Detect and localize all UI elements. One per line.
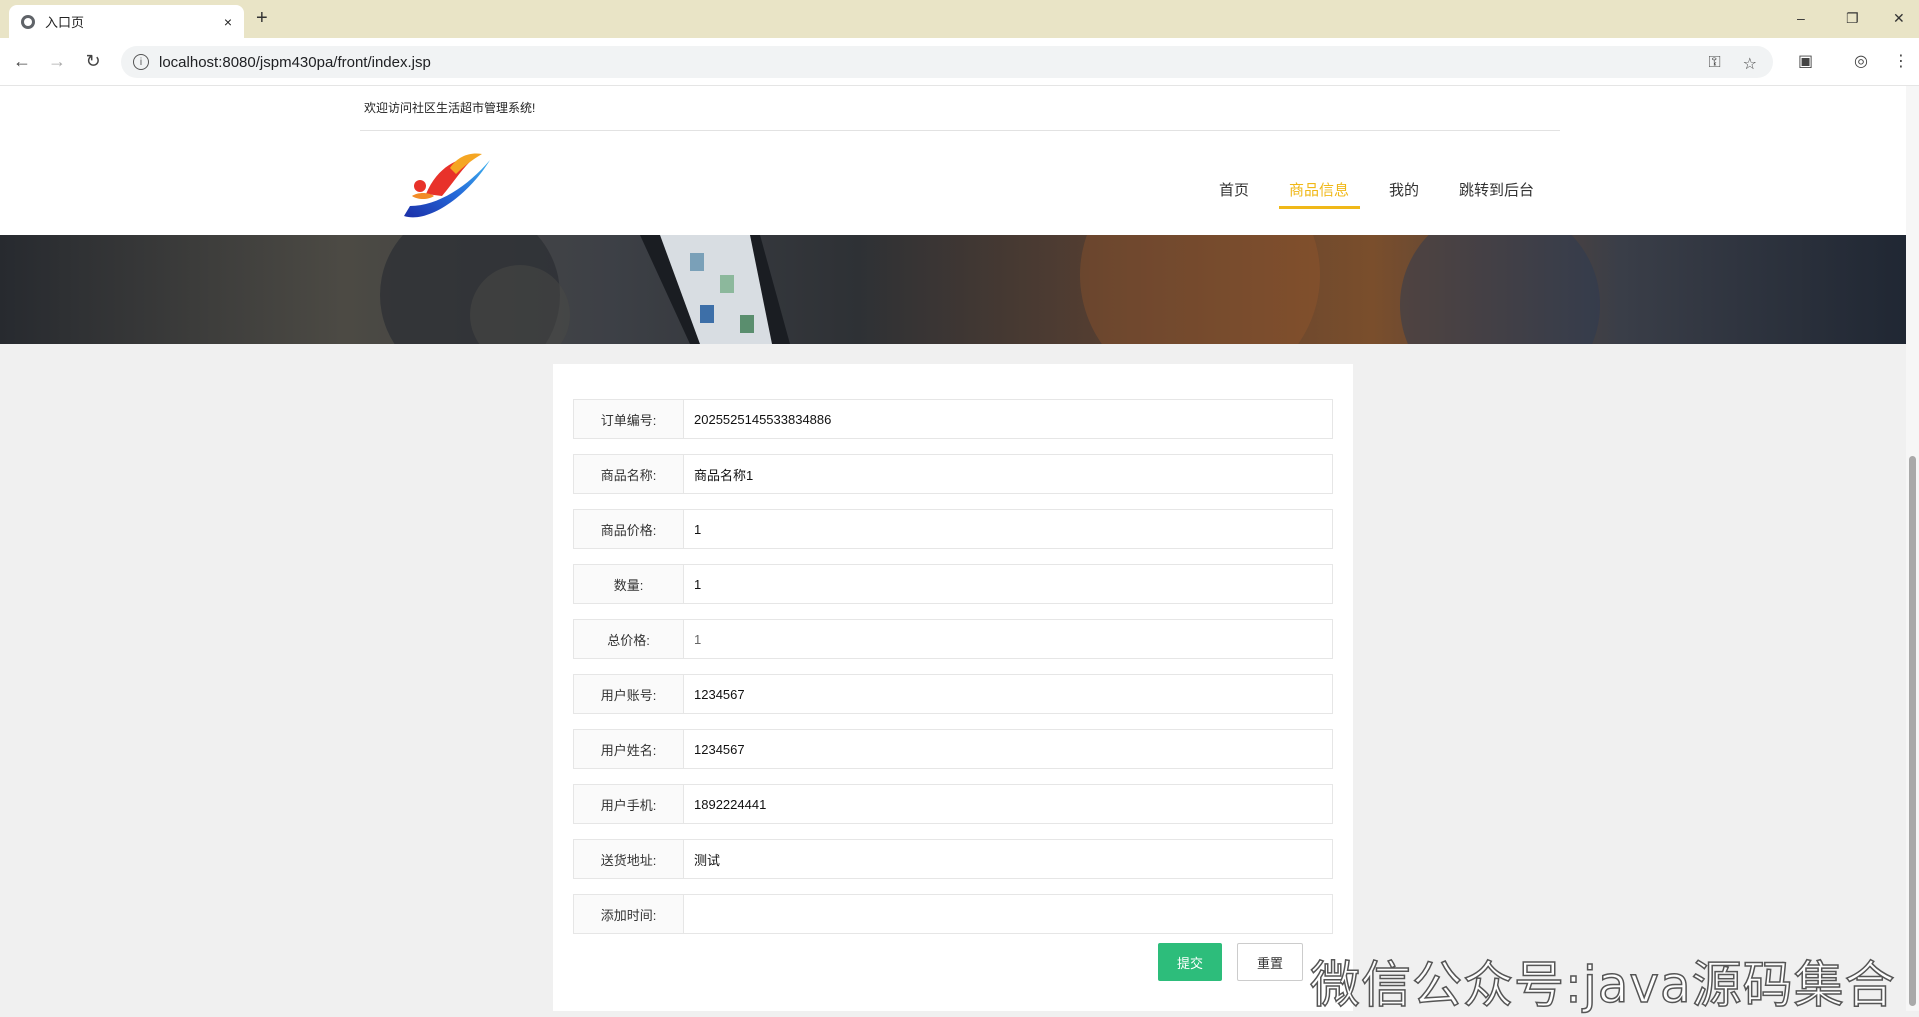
form-row-user-account: 用户账号: 1234567 <box>573 674 1333 714</box>
profile-icon[interactable]: ◎ <box>1854 51 1868 71</box>
site-info-icon[interactable]: i <box>133 54 149 70</box>
page-scrollbar[interactable] <box>1906 86 1919 1011</box>
back-icon[interactable]: ← <box>11 51 33 72</box>
nav-product-info[interactable]: 商品信息 <box>1289 179 1349 200</box>
window-close-icon[interactable]: ✕ <box>1893 10 1905 27</box>
user-name-input[interactable]: 1234567 <box>684 730 1332 768</box>
form-row-address: 送货地址: 测试 <box>573 839 1333 879</box>
welcome-text: 欢迎访问社区生活超市管理系统! <box>364 101 536 115</box>
forward-icon[interactable]: → <box>46 51 68 72</box>
product-name-input[interactable]: 商品名称1 <box>684 455 1332 493</box>
form-row-quantity: 数量: 1 <box>573 564 1333 604</box>
watermark-text: 微信公众号:java源码集合 <box>1309 955 1896 1015</box>
form-row-user-phone: 用户手机: 1892224441 <box>573 784 1333 824</box>
password-key-icon[interactable]: ⚿ <box>1708 54 1720 74</box>
form-row-add-time: 添加时间: <box>573 894 1333 934</box>
field-label: 商品价格: <box>574 510 684 548</box>
globe-icon <box>21 14 35 29</box>
form-row-order-no: 订单编号: 2025525145533834886 <box>573 399 1333 439</box>
menu-kebab-icon[interactable]: ⋮ <box>1893 51 1909 71</box>
field-label: 总价格: <box>574 620 684 658</box>
form-row-total-price: 总价格: 1 <box>573 619 1333 659</box>
field-label: 用户账号: <box>574 675 684 713</box>
order-no-input[interactable]: 2025525145533834886 <box>684 400 1332 438</box>
form-row-product-name: 商品名称: 商品名称1 <box>573 454 1333 494</box>
tab-title: 入口页 <box>45 15 85 30</box>
submit-button[interactable]: 提交 <box>1158 943 1222 981</box>
bookmark-star-icon[interactable]: ☆ <box>1743 54 1757 74</box>
nav-home[interactable]: 首页 <box>1219 179 1249 200</box>
new-tab-button[interactable]: + <box>256 8 268 28</box>
restore-icon[interactable]: ❐ <box>1846 10 1859 27</box>
field-label: 商品名称: <box>574 455 684 493</box>
address-input[interactable]: 测试 <box>684 840 1332 878</box>
field-label: 订单编号: <box>574 400 684 438</box>
browser-tab[interactable]: 入口页 × <box>9 5 244 38</box>
site-logo <box>404 153 490 218</box>
browser-tab-strip: 入口页 × + – ❐ ✕ <box>0 0 1919 38</box>
url-bar[interactable]: i localhost:8080/jspm430pa/front/index.j… <box>121 46 1773 78</box>
field-label: 送货地址: <box>574 840 684 878</box>
nav-mine[interactable]: 我的 <box>1389 179 1419 200</box>
add-time-input[interactable] <box>684 895 1332 933</box>
total-price-input[interactable]: 1 <box>684 620 1332 658</box>
quantity-input[interactable]: 1 <box>684 565 1332 603</box>
header-divider <box>360 130 1560 131</box>
field-label: 用户姓名: <box>574 730 684 768</box>
nav-admin-link[interactable]: 跳转到后台 <box>1459 179 1534 200</box>
user-phone-input[interactable]: 1892224441 <box>684 785 1332 823</box>
site-header: 欢迎访问社区生活超市管理系统! 首页 商品信息 我的 跳转到后台 <box>0 86 1906 235</box>
minimize-icon[interactable]: – <box>1797 10 1805 26</box>
tab-search-icon[interactable]: ▣ <box>1798 51 1813 71</box>
reload-icon[interactable]: ↻ <box>82 51 104 72</box>
field-label: 添加时间: <box>574 895 684 933</box>
field-label: 数量: <box>574 565 684 603</box>
active-nav-underline <box>1279 206 1360 209</box>
reset-button[interactable]: 重置 <box>1237 943 1303 981</box>
user-account-input[interactable]: 1234567 <box>684 675 1332 713</box>
hero-banner <box>0 235 1906 344</box>
product-price-input[interactable]: 1 <box>684 510 1332 548</box>
field-label: 用户手机: <box>574 785 684 823</box>
scrollbar-thumb[interactable] <box>1909 456 1916 1006</box>
url-text[interactable]: localhost:8080/jspm430pa/front/index.jsp <box>159 54 431 71</box>
address-toolbar: ← → ↻ i localhost:8080/jspm430pa/front/i… <box>0 38 1919 86</box>
tab-close-icon[interactable]: × <box>224 14 232 30</box>
banner-image <box>380 235 1600 344</box>
form-row-product-price: 商品价格: 1 <box>573 509 1333 549</box>
form-row-user-name: 用户姓名: 1234567 <box>573 729 1333 769</box>
order-form-card: 订单编号: 2025525145533834886 商品名称: 商品名称1 商品… <box>553 364 1353 1011</box>
page-viewport: 欢迎访问社区生活超市管理系统! 首页 商品信息 我的 跳转到后台 订单编号: 2… <box>0 86 1906 1011</box>
